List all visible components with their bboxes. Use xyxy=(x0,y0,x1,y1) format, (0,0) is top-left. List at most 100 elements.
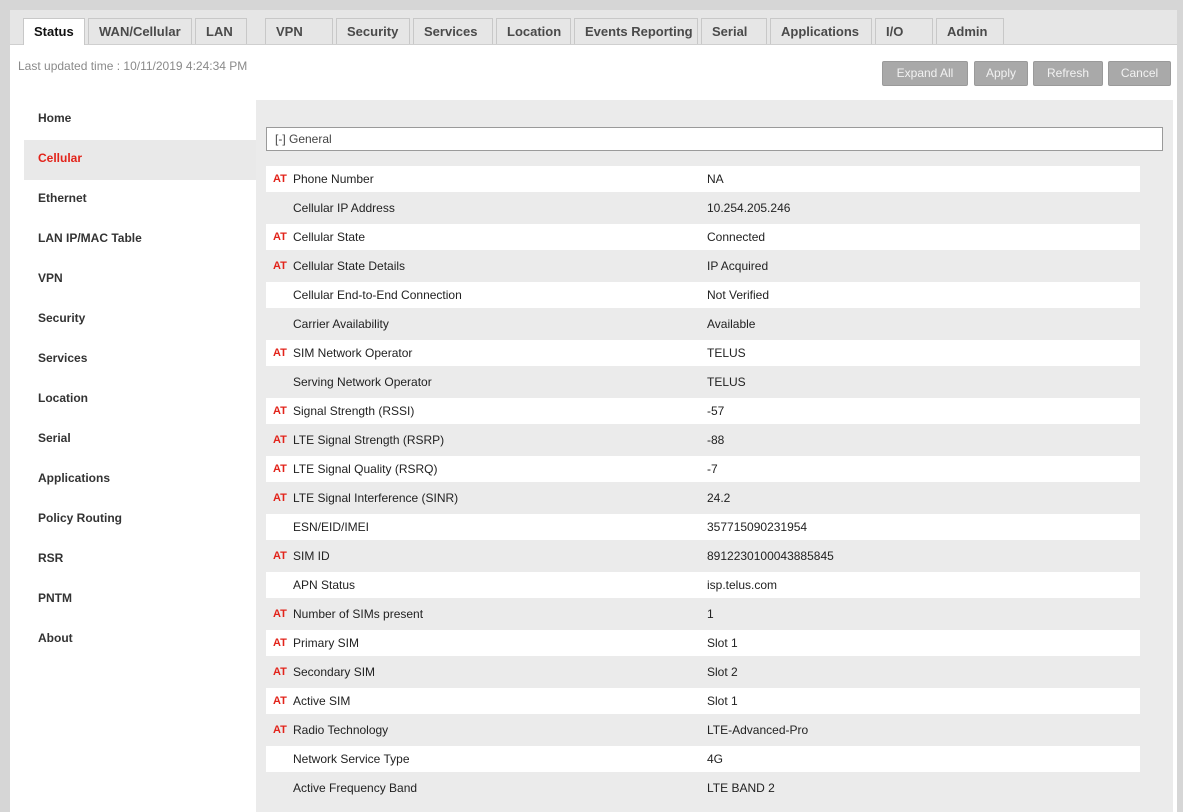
sidebar-item-rsr[interactable]: RSR xyxy=(24,540,256,580)
row-label: LTE Signal Interference (SINR) xyxy=(293,491,459,505)
sidebar-item-serial[interactable]: Serial xyxy=(24,420,256,460)
table-row: AT LTE Signal Quality (RSRQ) -7 xyxy=(266,456,1140,482)
sidebar-item-pntm[interactable]: PNTM xyxy=(24,580,256,620)
row-label: ESN/EID/IMEI xyxy=(293,520,370,534)
window-frame-top xyxy=(0,0,1183,10)
window-frame-left xyxy=(0,0,10,812)
tab-status[interactable]: Status xyxy=(23,18,85,45)
row-value: TELUS xyxy=(707,346,746,360)
at-command-badge: AT xyxy=(273,260,287,272)
expand-all-button[interactable]: Expand All xyxy=(882,61,968,86)
table-row: Network Service Type 4G xyxy=(266,746,1140,772)
tab-wan-cellular[interactable]: WAN/Cellular xyxy=(88,18,192,44)
row-label: Cellular IP Address xyxy=(293,201,395,215)
sidebar-item-vpn[interactable]: VPN xyxy=(24,260,256,300)
apply-button[interactable]: Apply xyxy=(974,61,1028,86)
tab-applications[interactable]: Applications xyxy=(770,18,872,44)
sidebar-item-about[interactable]: About xyxy=(24,620,256,660)
at-command-badge: AT xyxy=(273,492,287,504)
row-value: 4G xyxy=(707,752,724,766)
window-frame-right xyxy=(1177,0,1183,812)
refresh-button[interactable]: Refresh xyxy=(1033,61,1103,86)
sidebar-item-applications[interactable]: Applications xyxy=(24,460,256,500)
row-value: 1 xyxy=(707,607,714,621)
tab-vpn[interactable]: VPN xyxy=(265,18,333,44)
row-label: Secondary SIM xyxy=(293,665,376,679)
table-row: AT Number of SIMs present 1 xyxy=(266,601,1140,627)
cancel-button[interactable]: Cancel xyxy=(1108,61,1171,86)
tab-io[interactable]: I/O xyxy=(875,18,933,44)
at-command-badge: AT xyxy=(273,637,287,649)
sidebar-item-services[interactable]: Services xyxy=(24,340,256,380)
tab-services[interactable]: Services xyxy=(413,18,493,44)
sidebar-item-home[interactable]: Home xyxy=(24,100,256,140)
row-label: Active SIM xyxy=(293,694,351,708)
row-value: TELUS xyxy=(707,375,746,389)
tab-security[interactable]: Security xyxy=(336,18,410,44)
table-row: Cellular IP Address 10.254.205.246 xyxy=(266,195,1140,221)
table-row: Carrier Availability Available xyxy=(266,311,1140,337)
main-tab-bar: Status WAN/Cellular LAN VPN Security Ser… xyxy=(10,10,1177,45)
row-value: Slot 1 xyxy=(707,636,738,650)
row-value: Slot 2 xyxy=(707,665,738,679)
at-command-badge: AT xyxy=(273,550,287,562)
tab-admin[interactable]: Admin xyxy=(936,18,1004,44)
row-value: -7 xyxy=(707,462,718,476)
row-label: Cellular End-to-End Connection xyxy=(293,288,462,302)
row-value: IP Acquired xyxy=(707,259,769,273)
row-value: Connected xyxy=(707,230,766,244)
general-section-toggle[interactable]: [-] General xyxy=(266,127,1163,151)
table-row: AT LTE Signal Strength (RSRP) -88 xyxy=(266,427,1140,453)
tab-events-reporting[interactable]: Events Reporting xyxy=(574,18,698,44)
tab-serial[interactable]: Serial xyxy=(701,18,767,44)
tab-location[interactable]: Location xyxy=(496,18,571,44)
row-label: LTE Signal Strength (RSRP) xyxy=(293,433,445,447)
at-command-badge: AT xyxy=(273,608,287,620)
sidebar-item-policy-routing[interactable]: Policy Routing xyxy=(24,500,256,540)
row-label: Signal Strength (RSSI) xyxy=(293,404,415,418)
table-row: AT Primary SIM Slot 1 xyxy=(266,630,1140,656)
row-value: LTE BAND 2 xyxy=(707,781,775,795)
row-label: SIM Network Operator xyxy=(293,346,413,360)
table-row: AT Radio Technology LTE-Advanced-Pro xyxy=(266,717,1140,743)
table-row: AT Phone Number NA xyxy=(266,166,1140,192)
table-row: Serving Network Operator TELUS xyxy=(266,369,1140,395)
at-command-badge: AT xyxy=(273,173,287,185)
at-command-badge: AT xyxy=(273,666,287,678)
row-value: -57 xyxy=(707,404,725,418)
row-value: isp.telus.com xyxy=(707,578,778,592)
row-label: Network Service Type xyxy=(293,752,410,766)
sidebar-item-ethernet[interactable]: Ethernet xyxy=(24,180,256,220)
at-command-badge: AT xyxy=(273,231,287,243)
at-command-badge: AT xyxy=(273,724,287,736)
row-value: Available xyxy=(707,317,756,331)
sidebar-item-security[interactable]: Security xyxy=(24,300,256,340)
sidebar-item-cellular[interactable]: Cellular xyxy=(24,140,256,180)
table-row: APN Status isp.telus.com xyxy=(266,572,1140,598)
table-row: AT Secondary SIM Slot 2 xyxy=(266,659,1140,685)
row-label: LTE Signal Quality (RSRQ) xyxy=(293,462,438,476)
table-row: ESN/EID/IMEI 357715090231954 xyxy=(266,514,1140,540)
table-row: AT Signal Strength (RSSI) -57 xyxy=(266,398,1140,424)
table-row: Cellular End-to-End Connection Not Verifi… xyxy=(266,282,1140,308)
table-row: AT Cellular State Connected xyxy=(266,224,1140,250)
row-value: Not Verified xyxy=(707,288,770,302)
table-row: AT LTE Signal Interference (SINR) 24.2 xyxy=(266,485,1140,511)
at-command-badge: AT xyxy=(273,347,287,359)
row-label: Number of SIMs present xyxy=(293,607,424,621)
row-value: 10.254.205.246 xyxy=(707,201,791,215)
row-label: Radio Technology xyxy=(293,723,389,737)
sidebar-item-lan-ip-mac-table[interactable]: LAN IP/MAC Table xyxy=(24,220,256,260)
tab-lan[interactable]: LAN xyxy=(195,18,247,44)
sidebar-item-location[interactable]: Location xyxy=(24,380,256,420)
row-label: SIM ID xyxy=(293,549,330,563)
last-updated-time: Last updated time : 10/11/2019 4:24:34 P… xyxy=(18,59,248,73)
row-label: Cellular State xyxy=(293,230,366,244)
row-value: LTE-Advanced-Pro xyxy=(707,723,809,737)
row-label: Primary SIM xyxy=(293,636,359,650)
table-row: AT SIM Network Operator TELUS xyxy=(266,340,1140,366)
row-value: Slot 1 xyxy=(707,694,738,708)
table-row: AT Cellular State Details IP Acquired xyxy=(266,253,1140,279)
at-command-badge: AT xyxy=(273,405,287,417)
at-command-badge: AT xyxy=(273,463,287,475)
